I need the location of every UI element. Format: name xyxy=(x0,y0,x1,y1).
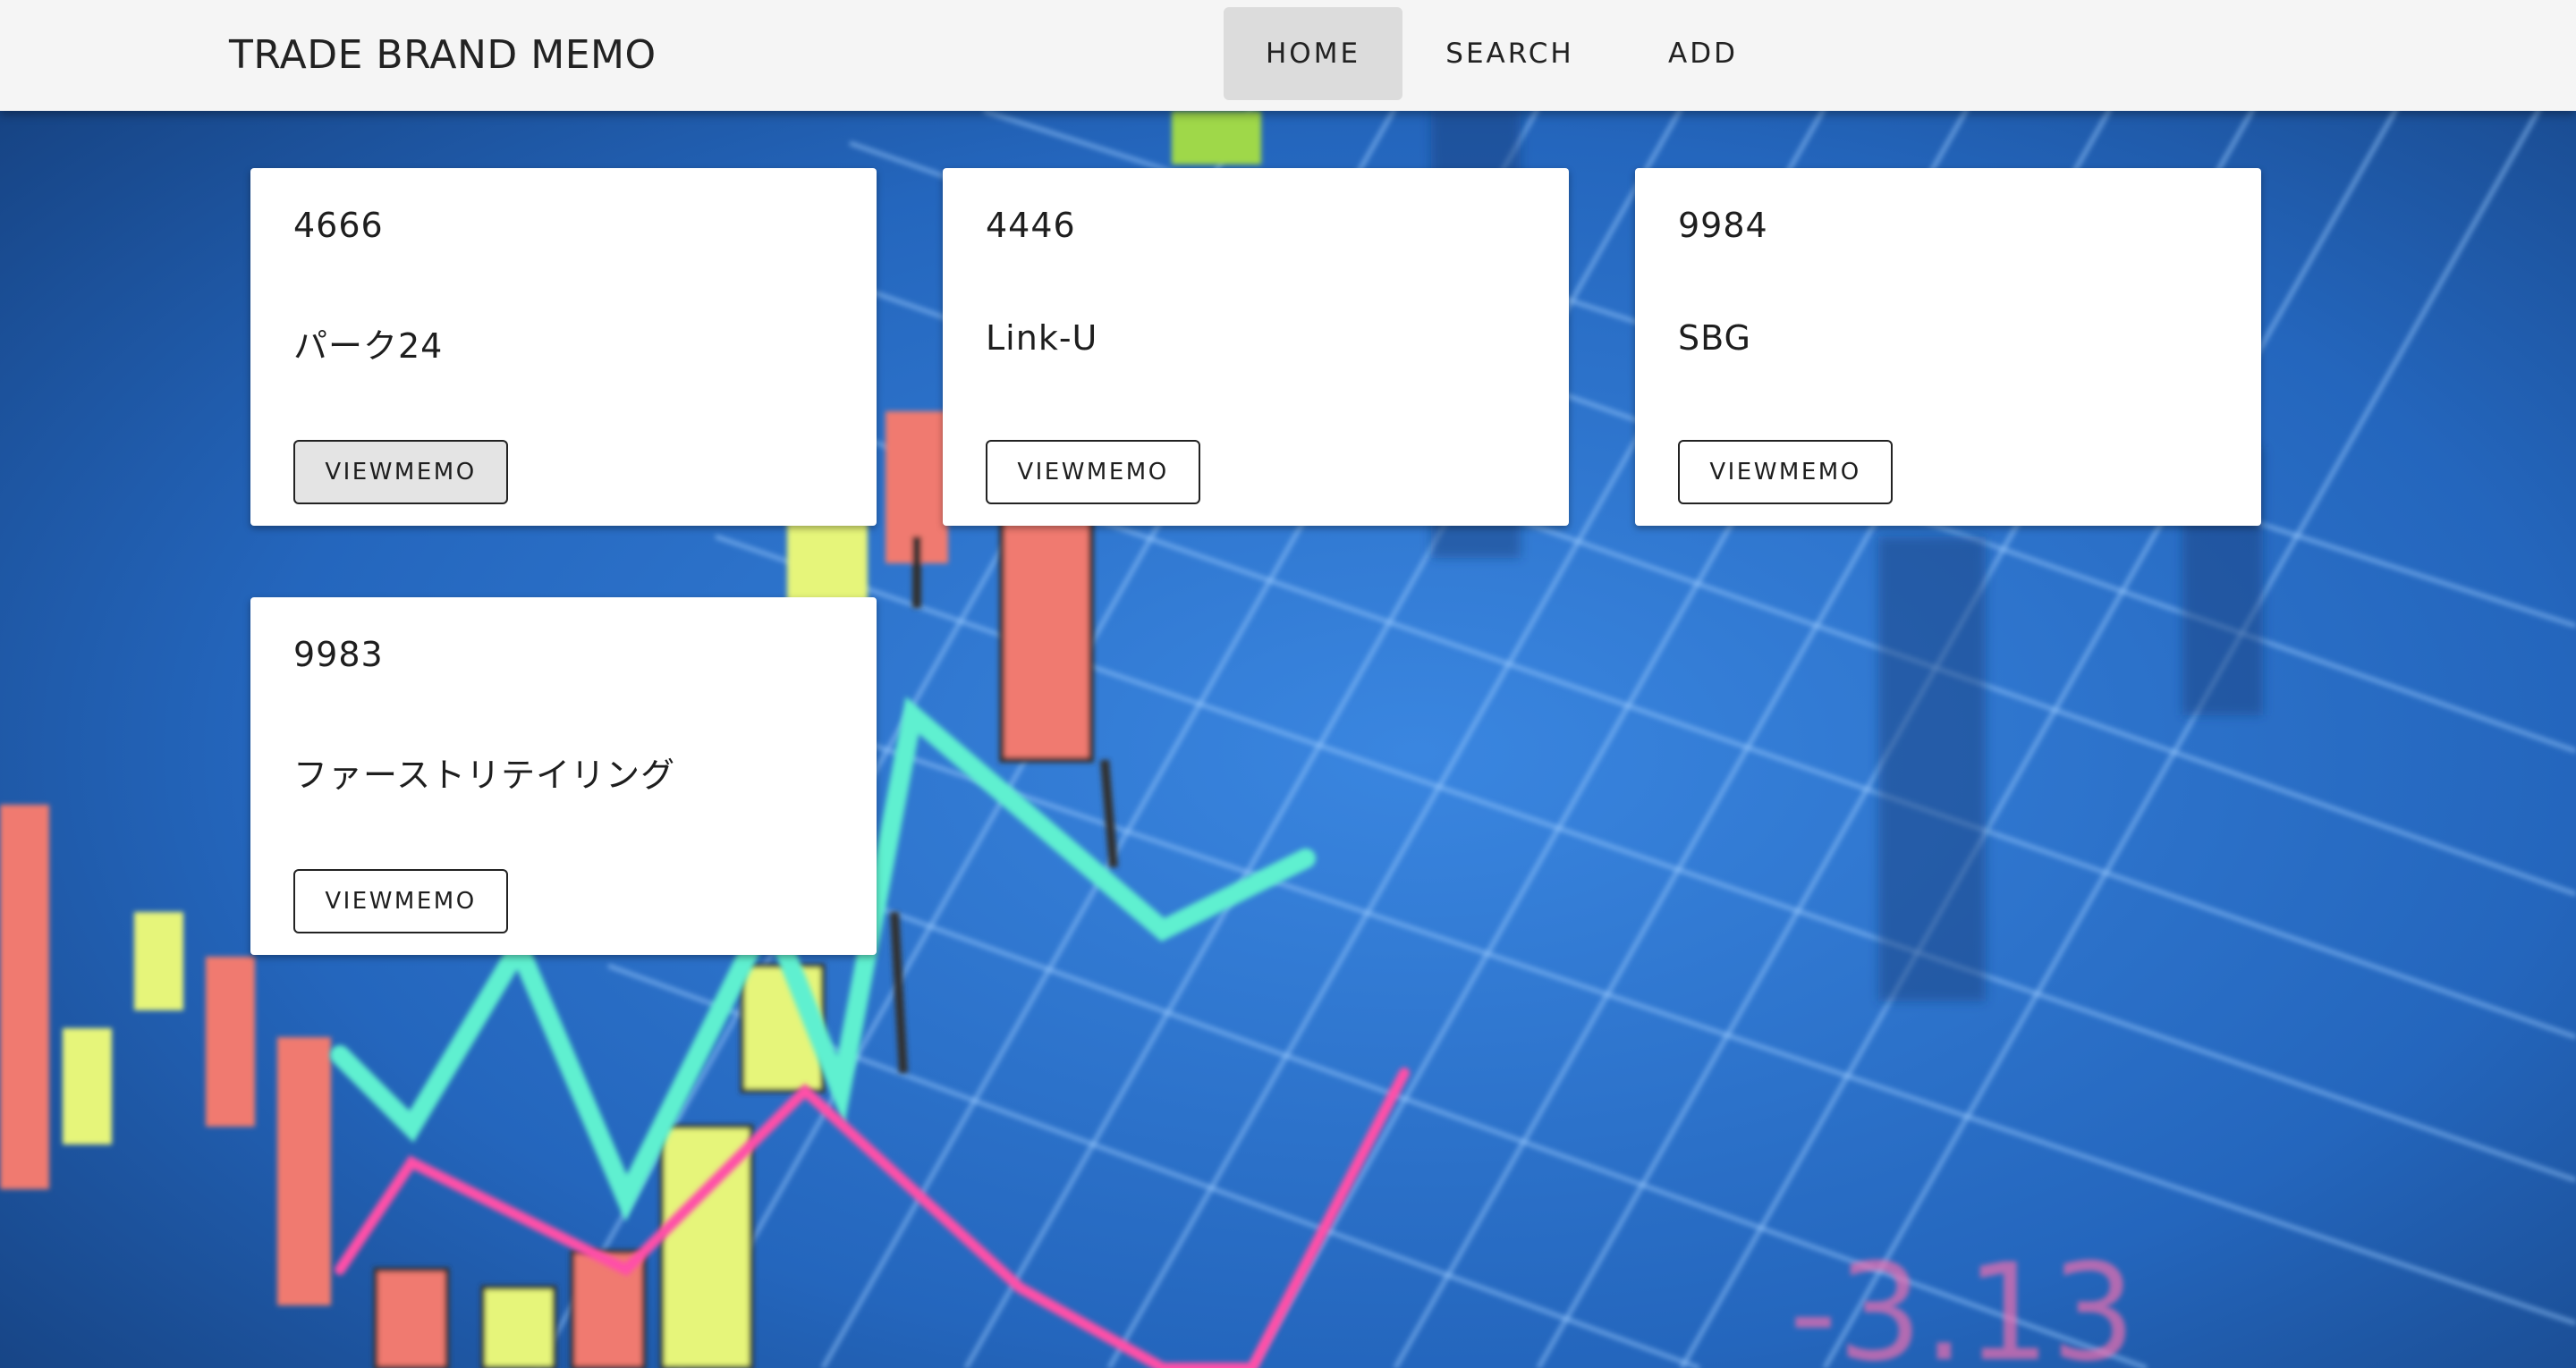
nav-search-button[interactable]: SEARCH xyxy=(1402,7,1617,100)
background-number-label: -3.13 xyxy=(1789,1236,2136,1368)
main-nav: HOME SEARCH ADD xyxy=(1224,7,1789,100)
nav-home-button[interactable]: HOME xyxy=(1224,7,1402,100)
brand-card: 9983 ファーストリテイリング VIEWMEMO xyxy=(250,597,877,955)
brand-name: SBG xyxy=(1678,318,1751,358)
brand-name: ファーストリテイリング xyxy=(293,756,676,795)
view-memo-button[interactable]: VIEWMEMO xyxy=(293,440,508,504)
brand-card: 4666 パーク24 VIEWMEMO xyxy=(250,168,877,526)
brand-name: Link-U xyxy=(986,318,1098,358)
brand-name: パーク24 xyxy=(293,326,444,366)
brand-card: 4446 Link-U VIEWMEMO xyxy=(943,168,1569,526)
brand-code: 9984 xyxy=(1678,206,1768,245)
brand-code: 4666 xyxy=(293,206,384,245)
view-memo-button[interactable]: VIEWMEMO xyxy=(293,869,508,933)
view-memo-button[interactable]: VIEWMEMO xyxy=(1678,440,1893,504)
view-memo-button[interactable]: VIEWMEMO xyxy=(986,440,1200,504)
brand-card: 9984 SBG VIEWMEMO xyxy=(1635,168,2261,526)
app-title: TRADE BRAND MEMO xyxy=(229,32,657,78)
brand-code: 9983 xyxy=(293,635,384,674)
app-bar: TRADE BRAND MEMO HOME SEARCH ADD xyxy=(0,0,2576,111)
nav-add-button[interactable]: ADD xyxy=(1617,7,1789,100)
brand-code: 4446 xyxy=(986,206,1076,245)
